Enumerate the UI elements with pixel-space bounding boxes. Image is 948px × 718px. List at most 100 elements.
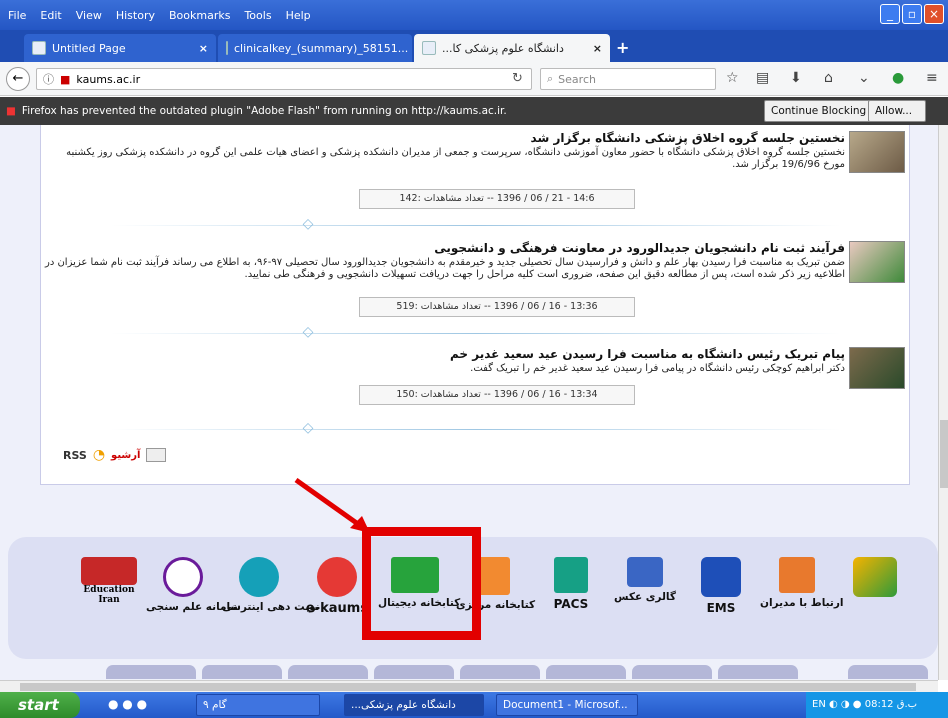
rss-icon[interactable]: ◔ [93, 447, 105, 463]
news-title[interactable]: پیام تبریک رئیس دانشگاه به مناسبت فرا رس… [450, 347, 845, 361]
news-thumbnail[interactable] [849, 131, 905, 173]
power-icon [317, 557, 357, 597]
menu-history[interactable]: History [116, 9, 155, 22]
tab-kaums[interactable]: ...دانشگاه علوم پزشکی کا × [414, 34, 610, 62]
grammarly-icon[interactable]: ● [892, 70, 904, 86]
tab-strip: Untitled Page × clinicalkey_(summary)_58… [0, 30, 948, 62]
service-label: نوبت دهی اینترنتی [222, 601, 320, 613]
page-icon [226, 41, 228, 55]
pulse-icon [554, 557, 588, 593]
divider [111, 429, 841, 430]
rss-link[interactable]: RSS [63, 449, 87, 462]
menu-bar: File Edit View History Bookmarks Tools H… [0, 0, 948, 30]
taskbar-item[interactable]: گام ۹ [196, 694, 320, 716]
tab-close-icon[interactable]: × [593, 42, 602, 55]
tab-untitled-page[interactable]: Untitled Page × [24, 34, 216, 62]
logo-icon [853, 557, 897, 597]
footer-tab[interactable] [546, 665, 626, 679]
hamburger-menu-icon[interactable]: ≡ [926, 70, 938, 86]
annotation-highlight-box [362, 527, 481, 640]
reload-icon[interactable]: ↻ [512, 71, 523, 86]
horizontal-scrollbar[interactable] [0, 680, 938, 692]
tab-label: ...دانشگاه علوم پزشکی کا [442, 41, 564, 55]
news-meta: 13:34 - 16 / 06 / 1396 -- تعداد مشاهدات … [359, 385, 635, 405]
new-tab-button[interactable]: + [616, 38, 629, 57]
footer-tab[interactable] [106, 665, 196, 679]
photo-gallery-link[interactable]: گالری عکس [608, 557, 682, 603]
divider-ornament-icon: ◇ [302, 420, 314, 436]
service-label: EMS [706, 601, 736, 615]
footer-tab[interactable] [632, 665, 712, 679]
ems-link[interactable]: EMS [684, 557, 758, 615]
star-of-life-icon [701, 557, 741, 597]
menu-view[interactable]: View [76, 9, 102, 22]
divider [111, 225, 841, 226]
news-title[interactable]: فرآیند ثبت نام دانشجویان جدیدالورود در م… [434, 241, 845, 255]
taskbar-item[interactable]: ...دانشگاه علوم پزشکی [344, 694, 484, 716]
news-panel: نخستین جلسه گروه اخلاق پزشکی دانشگاه برگ… [40, 125, 910, 485]
plugin-notification-bar: ■ Firefox has prevented the outdated plu… [0, 97, 948, 125]
pocket-icon[interactable]: ⌄ [858, 70, 870, 86]
search-icon: ⌕ [547, 72, 554, 85]
tab-label: Untitled Page [52, 41, 126, 55]
tray-icons[interactable]: ◐ ◑ ● [829, 699, 865, 710]
download-icon[interactable]: ⬇ [790, 70, 802, 86]
allow-button[interactable]: Allow... [868, 100, 926, 122]
bookmark-star-icon[interactable]: ☆ [726, 70, 739, 86]
education-iran-link[interactable]: Education Iran [72, 557, 146, 605]
footer-tab[interactable] [460, 665, 540, 679]
news-description: ضمن تبریک به مناسبت فرا رسیدن بهار علم و… [45, 257, 845, 280]
appointment-link[interactable]: نوبت دهی اینترنتی [222, 557, 320, 613]
menu-bookmarks[interactable]: Bookmarks [169, 9, 230, 22]
footer-tab[interactable] [374, 665, 454, 679]
scroll-thumb[interactable] [20, 683, 916, 691]
menu-help[interactable]: Help [286, 9, 311, 22]
menu-file[interactable]: File [8, 9, 26, 22]
scroll-thumb[interactable] [940, 420, 948, 488]
footer-tab[interactable] [848, 665, 928, 679]
service-label: ارتباط با مدیران [760, 597, 844, 609]
scientometrics-link[interactable]: سامانه علم سنجی [146, 557, 241, 613]
news-description: دکتر ابراهیم کوچکی رئیس دانشگاه در پیامی… [470, 363, 845, 374]
info-icon[interactable]: ⓘ [43, 71, 54, 87]
contact-managers-link[interactable]: ارتباط با مدیران [760, 557, 844, 609]
book-icon [476, 557, 510, 595]
footer-tab[interactable] [288, 665, 368, 679]
taskbar-item[interactable]: Document1 - Microsof... [496, 694, 638, 716]
education-iran-caption: Education Iran [83, 585, 135, 605]
news-thumbnail[interactable] [849, 347, 905, 389]
url-bar[interactable]: ⓘ ■ kaums.ac.ir [36, 68, 532, 90]
plugin-icon: ■ [6, 105, 16, 117]
menu-edit[interactable]: Edit [40, 9, 61, 22]
home-icon[interactable]: ⌂ [824, 70, 833, 86]
tab-label: clinicalkey_(summary)_58151... [234, 41, 409, 55]
archive-link[interactable]: آرشیو [111, 450, 140, 461]
plugin-blocked-icon[interactable]: ■ [60, 73, 70, 86]
close-window-button[interactable]: × [924, 4, 944, 24]
footer-tab[interactable] [718, 665, 798, 679]
page-icon [32, 41, 46, 55]
maximize-button[interactable]: ▫ [902, 4, 922, 24]
page-icon [422, 41, 436, 55]
continue-blocking-button[interactable]: Continue Blocking [764, 100, 874, 122]
divider-ornament-icon: ◇ [302, 324, 314, 340]
news-title[interactable]: نخستین جلسه گروه اخلاق پزشکی دانشگاه برگ… [531, 131, 845, 145]
language-indicator[interactable]: EN [812, 699, 826, 710]
tab-close-icon[interactable]: × [199, 42, 208, 55]
start-button[interactable]: start [0, 692, 80, 718]
reading-list-icon[interactable]: ▤ [756, 70, 769, 86]
pacs-link[interactable]: PACS [534, 557, 608, 611]
back-button[interactable]: ← [6, 67, 30, 91]
archive-icon[interactable] [146, 448, 167, 462]
news-thumbnail[interactable] [849, 241, 905, 283]
footer-tab[interactable] [202, 665, 282, 679]
tab-clinicalkey[interactable]: clinicalkey_(summary)_58151... × [218, 34, 423, 62]
search-input[interactable]: ⌕ Search [540, 68, 716, 90]
quick-launch-icons[interactable]: ● ● ● [108, 697, 147, 711]
logo-link[interactable] [838, 557, 912, 597]
phone-icon [239, 557, 279, 597]
minimize-button[interactable]: _ [880, 4, 900, 24]
news-meta: 14:6 - 21 / 06 / 1396 -- تعداد مشاهدات :… [359, 189, 635, 209]
vertical-scrollbar[interactable] [938, 125, 948, 680]
menu-tools[interactable]: Tools [244, 9, 271, 22]
